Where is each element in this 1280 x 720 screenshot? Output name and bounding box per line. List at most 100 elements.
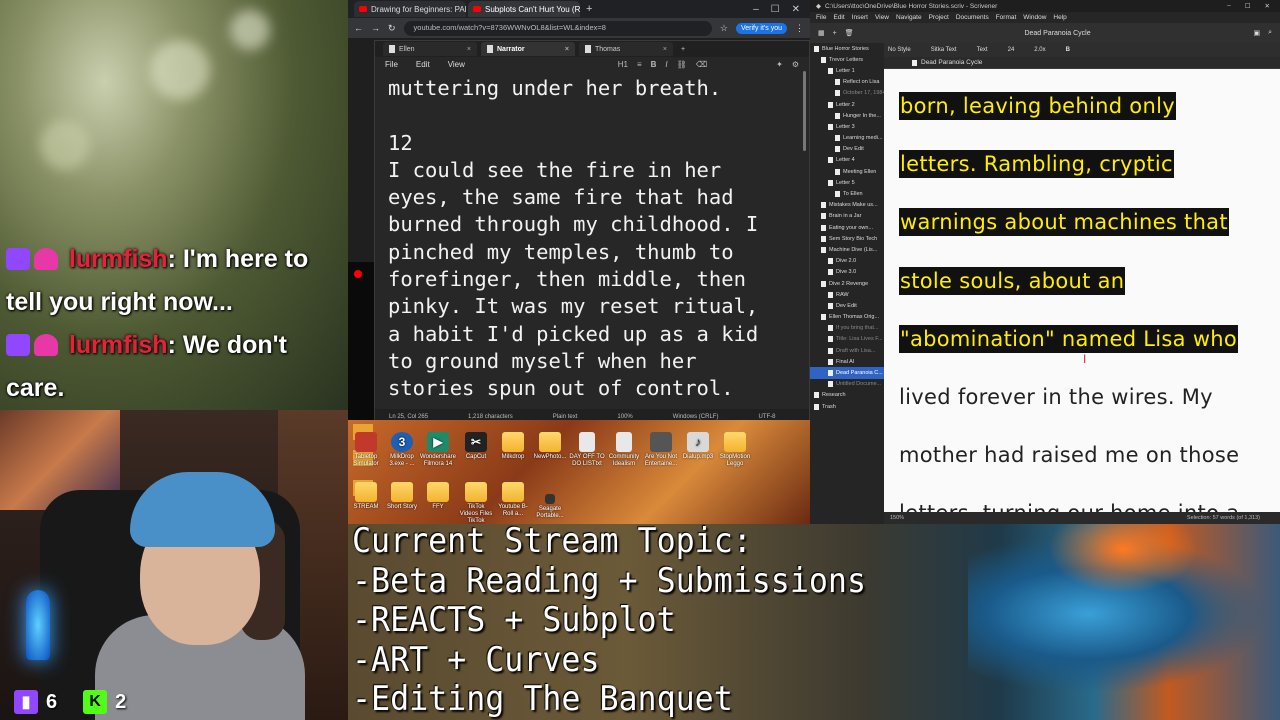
- url-field[interactable]: youtube.com/watch?v=8736WWNvOL8&list=WL&…: [403, 20, 712, 36]
- binder-item[interactable]: Trevor Letters: [810, 54, 884, 65]
- browser-tab-active[interactable]: Subplots Can't Hurt You (Rules×: [468, 1, 580, 17]
- notepad-text-area[interactable]: muttering under her breath. 12 I could s…: [388, 75, 788, 403]
- binder-item[interactable]: Dive 2 Revenge: [810, 278, 884, 289]
- menu-edit[interactable]: Edit: [416, 60, 430, 69]
- new-tab-icon[interactable]: +: [582, 3, 596, 15]
- desktop-icon-youtube-broll[interactable]: Youtube B-Roll a...: [495, 482, 531, 518]
- menu-insert[interactable]: Insert: [852, 14, 868, 21]
- binder-item[interactable]: To Ellen: [810, 188, 884, 199]
- binder-item[interactable]: Reflect on Lisa: [810, 77, 884, 88]
- zoom-level[interactable]: 150%: [890, 515, 904, 521]
- scrollbar[interactable]: [803, 71, 806, 151]
- close-icon[interactable]: ×: [467, 46, 471, 53]
- binder-item[interactable]: Letter 5: [810, 177, 884, 188]
- maximize-icon[interactable]: ☐: [1245, 2, 1251, 10]
- menu-file[interactable]: File: [385, 60, 398, 69]
- bookmark-star-icon[interactable]: ☆: [720, 23, 728, 34]
- copilot-icon[interactable]: ✦: [776, 60, 783, 69]
- binder-item[interactable]: Final AI: [810, 356, 884, 367]
- clear-format-icon[interactable]: ⌫: [696, 60, 707, 69]
- binder-item[interactable]: Blue Horror Stories: [810, 43, 884, 54]
- binder-item[interactable]: Brain in a Jar: [810, 211, 884, 222]
- link-icon[interactable]: ⛓: [677, 60, 687, 69]
- binder-item[interactable]: Research: [810, 390, 884, 401]
- close-icon[interactable]: ×: [565, 46, 569, 53]
- menu-project[interactable]: Project: [929, 14, 949, 21]
- desktop-icon-entertained[interactable]: Are You Not Entertaine...: [643, 432, 679, 468]
- close-window-icon[interactable]: ✕: [792, 4, 800, 15]
- menu-edit[interactable]: Edit: [833, 14, 844, 21]
- desktop-icon-milkdrop-folder[interactable]: Milkdrop: [495, 432, 531, 461]
- desktop-icon-community[interactable]: Community Idealism: [606, 432, 642, 468]
- desktop-icon-tabletop[interactable]: Tabletop Simulator: [348, 432, 384, 468]
- reload-icon[interactable]: ↻: [388, 23, 396, 34]
- binder-item[interactable]: If you bring that...: [810, 323, 884, 334]
- settings-gear-icon[interactable]: ⚙: [792, 60, 799, 69]
- menu-dots-icon[interactable]: ⋮: [795, 23, 804, 34]
- bold-icon[interactable]: B: [1066, 47, 1070, 53]
- list-icon[interactable]: ≡: [637, 60, 642, 69]
- font-dropdown[interactable]: Sitka Text: [931, 47, 957, 53]
- menu-format[interactable]: Format: [996, 14, 1017, 21]
- binder-item[interactable]: Learning medi...: [810, 133, 884, 144]
- menu-navigate[interactable]: Navigate: [896, 14, 922, 21]
- back-icon[interactable]: ←: [354, 23, 363, 33]
- desktop-icon-tiktok[interactable]: TikTok Videos Files TikTok: [458, 482, 494, 524]
- font-size-field[interactable]: 24: [1008, 47, 1015, 53]
- binder-item[interactable]: RAW: [810, 289, 884, 300]
- verify-button[interactable]: Verify it's you: [735, 22, 787, 34]
- editor-text[interactable]: born, leaving behind only letters. Rambli…: [899, 77, 1259, 512]
- binder-item[interactable]: Mistakes Make us...: [810, 200, 884, 211]
- forward-icon[interactable]: →: [371, 23, 380, 33]
- desktop-icon-newphoto[interactable]: NewPhoto...: [532, 432, 568, 461]
- close-window-icon[interactable]: ✕: [1265, 2, 1270, 10]
- binder-item[interactable]: Dev Edit: [810, 144, 884, 155]
- desktop-icon-capcut[interactable]: ✂ CapCut: [458, 432, 494, 461]
- add-icon[interactable]: +: [833, 30, 837, 37]
- search-icon[interactable]: ⌕: [1268, 29, 1272, 37]
- menu-help[interactable]: Help: [1053, 14, 1066, 21]
- view-mode-icon[interactable]: ▣: [1253, 29, 1260, 37]
- desktop-icon-milkdrop3[interactable]: 3 MilkDrop 3.exe - ...: [384, 432, 420, 468]
- binder-item[interactable]: Dead Paranoia C...: [810, 367, 884, 379]
- binder-item[interactable]: Dev Edit: [810, 300, 884, 311]
- desktop-icon-shortstory[interactable]: Short Story: [384, 482, 420, 511]
- binder-item[interactable]: Letter 4: [810, 155, 884, 166]
- binder-item[interactable]: Eating your own...: [810, 222, 884, 233]
- binder-item[interactable]: Hunger In the...: [810, 110, 884, 121]
- notepad-tab[interactable]: Ellen ×: [383, 42, 477, 56]
- trash-icon[interactable]: 🗑: [845, 29, 854, 37]
- close-icon[interactable]: ×: [663, 46, 667, 53]
- heading-dropdown[interactable]: H1: [618, 60, 628, 69]
- binder-item[interactable]: Letter 3: [810, 121, 884, 132]
- browser-tab[interactable]: Drawing for Beginners: PART 1×: [354, 1, 466, 17]
- menu-file[interactable]: File: [816, 14, 826, 21]
- line-spacing-dropdown[interactable]: 2.0x: [1034, 47, 1045, 53]
- binder-toggle-icon[interactable]: ▦: [818, 29, 825, 37]
- binder-item[interactable]: Ellen Thomas Orig...: [810, 312, 884, 323]
- desktop-icon-stream[interactable]: STREAM: [348, 482, 384, 511]
- italic-icon[interactable]: I: [665, 60, 667, 69]
- desktop-icon-todo[interactable]: DAY OFF TO DO LISTtxt: [569, 432, 605, 468]
- style-dropdown[interactable]: No Style: [888, 47, 911, 53]
- binder-item[interactable]: Dive 3.0: [810, 267, 884, 278]
- new-tab-icon[interactable]: +: [681, 46, 685, 53]
- editor-area[interactable]: born, leaving behind only letters. Rambli…: [884, 69, 1280, 512]
- binder-item[interactable]: Trash: [810, 401, 884, 412]
- maximize-icon[interactable]: ☐: [771, 4, 780, 15]
- binder-item[interactable]: Title: Lisa Lives F...: [810, 334, 884, 345]
- menu-view[interactable]: View: [448, 60, 465, 69]
- desktop-icon-filmora[interactable]: ▶ Wondershare Filmora 14: [420, 432, 456, 468]
- notepad-tab-active[interactable]: Narrator ×: [481, 42, 575, 56]
- binder-item[interactable]: Draft with Lisa...: [810, 345, 884, 356]
- binder-item[interactable]: Dive 2.0: [810, 256, 884, 267]
- notepad-tab[interactable]: Thomas ×: [579, 42, 673, 56]
- binder-item[interactable]: Letter 2: [810, 99, 884, 110]
- binder-item[interactable]: October 17, 1984: [810, 88, 884, 99]
- binder-item[interactable]: Meeting Ellen: [810, 166, 884, 177]
- menu-view[interactable]: View: [875, 14, 889, 21]
- desktop-icon-ffy[interactable]: FFY: [420, 482, 456, 511]
- binder-item[interactable]: Machine Dive (Lis...: [810, 244, 884, 255]
- binder-item[interactable]: Sem Story Bio Tech: [810, 233, 884, 244]
- minimize-icon[interactable]: –: [753, 4, 759, 15]
